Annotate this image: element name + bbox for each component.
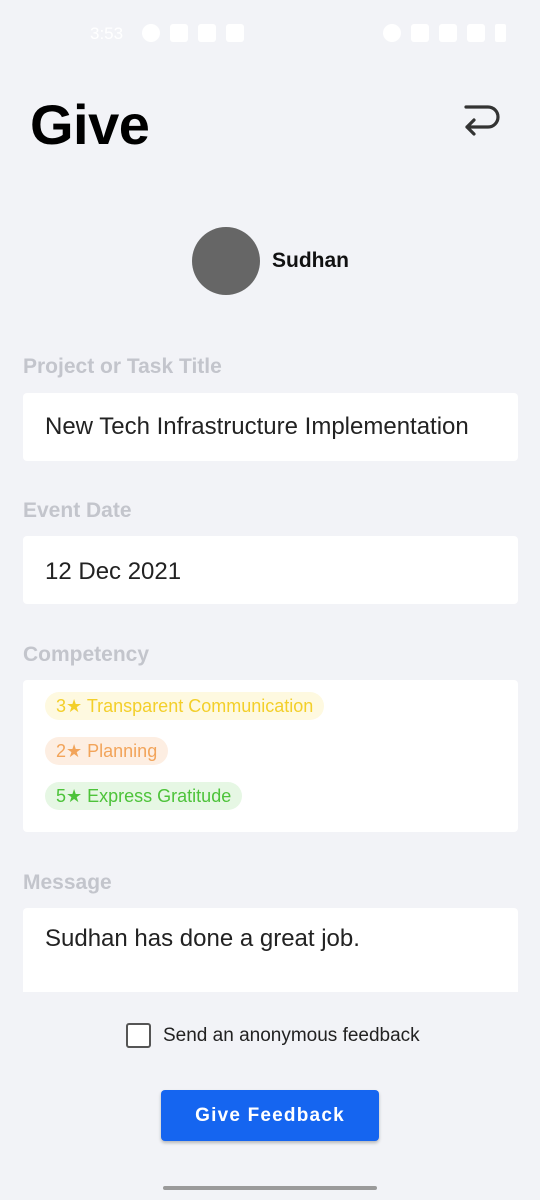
competency-chip[interactable]: 2★ Planning bbox=[45, 737, 169, 765]
event-date-field[interactable]: 12 Dec 2021 bbox=[23, 536, 518, 604]
image-icon bbox=[226, 24, 244, 42]
anonymous-option[interactable]: Send an anonymous feedback bbox=[126, 1023, 420, 1048]
status-notification-icons bbox=[142, 24, 244, 42]
return-arrow-icon bbox=[464, 105, 500, 136]
message-value: Sudhan has done a great job. bbox=[45, 925, 360, 952]
back-button[interactable] bbox=[455, 96, 507, 144]
message-label: Message bbox=[23, 871, 112, 894]
give-feedback-button[interactable]: Give Feedback bbox=[161, 1090, 379, 1141]
data-saver-icon bbox=[411, 24, 429, 42]
competency-chip[interactable]: 3★ Transparent Communication bbox=[45, 692, 325, 720]
wifi-icon bbox=[439, 24, 457, 42]
competency-label: Competency bbox=[23, 643, 150, 666]
image-icon bbox=[198, 24, 216, 42]
image-icon bbox=[170, 24, 188, 42]
project-title-field[interactable]: New Tech Infrastructure Implementation bbox=[23, 393, 518, 461]
project-title-value: New Tech Infrastructure Implementation bbox=[45, 413, 469, 440]
recipient-name: Sudhan bbox=[272, 249, 349, 272]
home-indicator[interactable] bbox=[163, 1186, 377, 1190]
message-field[interactable]: Sudhan has done a great job. bbox=[23, 908, 518, 992]
alarm-icon bbox=[383, 24, 401, 42]
signal-icon bbox=[467, 24, 485, 42]
anonymous-checkbox[interactable] bbox=[126, 1023, 151, 1048]
status-system-icons bbox=[383, 24, 506, 42]
event-date-value: 12 Dec 2021 bbox=[45, 558, 182, 585]
anonymous-label: Send an anonymous feedback bbox=[163, 1024, 420, 1046]
battery-icon bbox=[495, 24, 506, 42]
page-title: Give bbox=[30, 93, 150, 156]
competency-field[interactable]: 3★ Transparent Communication 2★ Planning… bbox=[23, 680, 518, 832]
recipient: Sudhan bbox=[192, 227, 349, 295]
notification-app-icon bbox=[142, 24, 160, 42]
event-date-label: Event Date bbox=[23, 499, 132, 522]
avatar bbox=[192, 227, 260, 295]
project-title-label: Project or Task Title bbox=[23, 355, 222, 378]
status-time: 3:53 bbox=[90, 24, 124, 43]
status-bar: 3:53 bbox=[0, 0, 540, 70]
competency-chip[interactable]: 5★ Express Gratitude bbox=[45, 782, 243, 810]
